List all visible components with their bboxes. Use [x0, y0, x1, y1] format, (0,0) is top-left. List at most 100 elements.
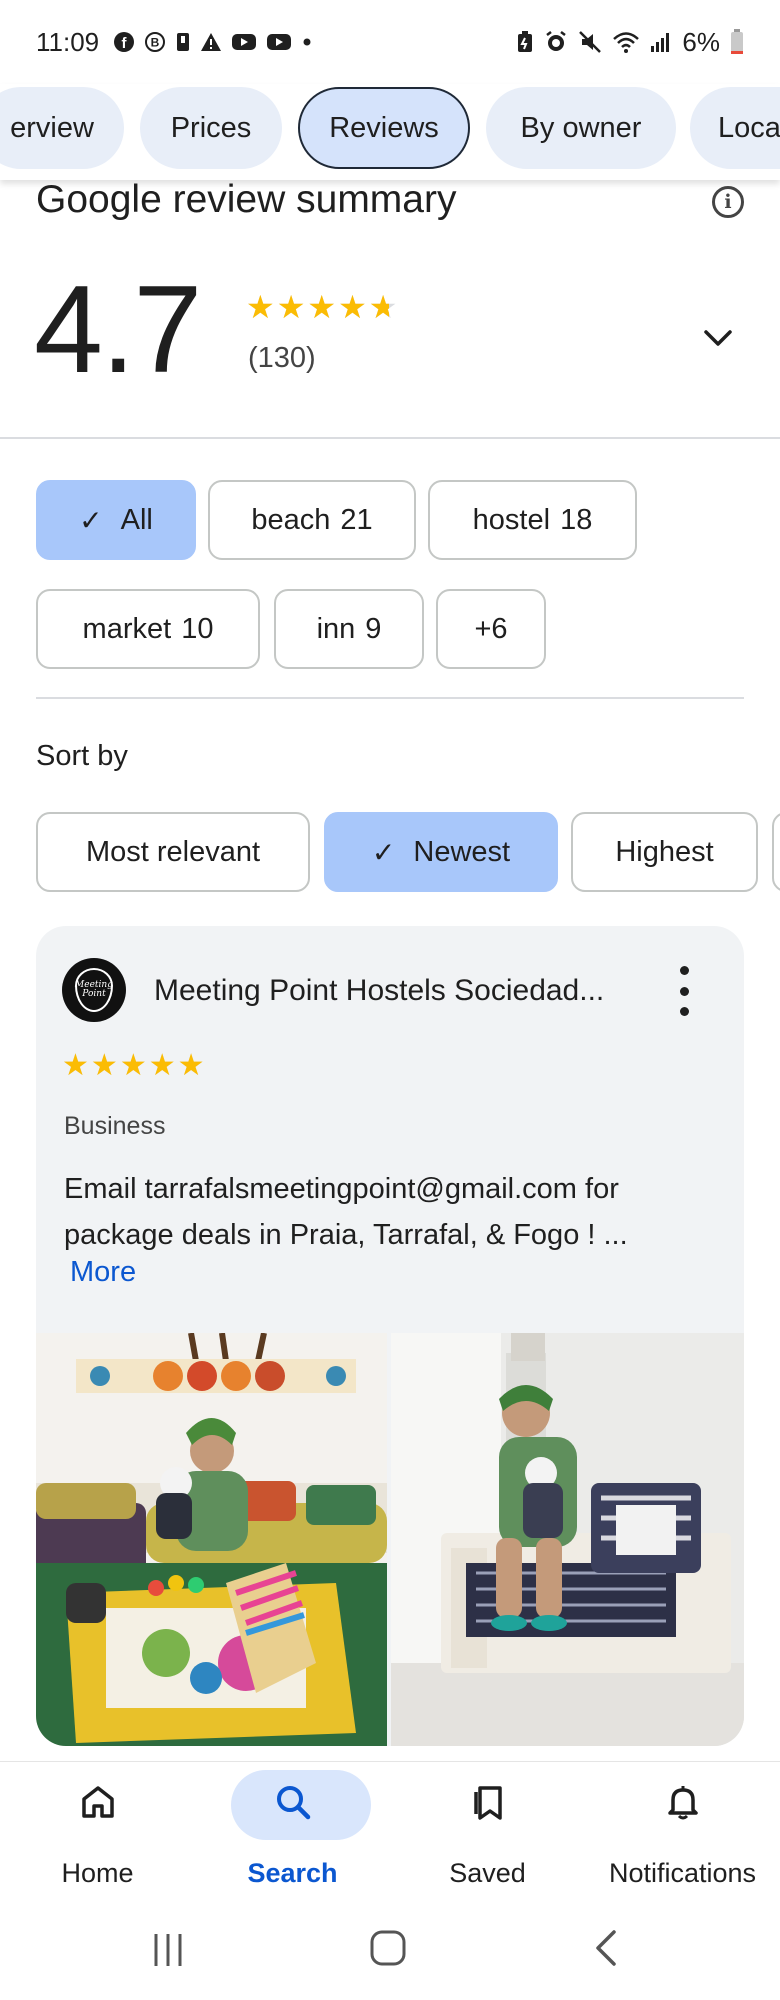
lock-icon: [177, 33, 190, 51]
chip-label: inn: [316, 612, 356, 645]
review-text: Email tarrafalsmeetingpoint@gmail.com fo…: [64, 1173, 628, 1251]
tab-label: Loca: [718, 111, 780, 144]
home-icon: [78, 1782, 118, 1827]
status-time: 11:09: [36, 26, 100, 57]
chip-count: 21: [340, 503, 373, 536]
avatar[interactable]: Meeting Point: [62, 958, 126, 1022]
star-icon: ★ ★: [307, 289, 337, 325]
sort-next-chip[interactable]: [772, 812, 780, 892]
tab-prices[interactable]: Prices: [140, 87, 282, 169]
average-rating: 4.7: [34, 261, 202, 399]
battery-icon: [731, 29, 743, 54]
search-icon: [273, 1782, 313, 1827]
chip-label: Most relevant: [85, 835, 261, 868]
chip-label: beach: [251, 503, 331, 536]
tab-label: Reviews: [329, 111, 439, 144]
star-icon: ★ ★: [62, 1049, 89, 1082]
svg-text:B: B: [151, 36, 160, 50]
chip-all[interactable]: ✓ All: [36, 480, 196, 560]
star-icon: ★ ★: [119, 1049, 147, 1082]
tab-overview[interactable]: erview: [0, 87, 124, 169]
b-app-icon: B: [145, 32, 166, 52]
bookmark-icon: [468, 1782, 508, 1827]
nav-label: Home: [61, 1858, 134, 1888]
sort-newest[interactable]: ✓ Newest: [324, 812, 558, 892]
tab-label: erview: [10, 111, 94, 144]
system-icons: 6%: [516, 27, 744, 58]
nav-label: Search: [247, 1858, 338, 1888]
nav-label: Notifications: [608, 1858, 757, 1888]
chip-label: All: [120, 503, 153, 536]
nav-home[interactable]: Home: [0, 1762, 195, 1910]
chip-label: Newest: [413, 835, 511, 868]
sort-most-relevant[interactable]: Most relevant: [36, 812, 310, 892]
star-icon: ★ ★: [177, 1049, 205, 1082]
facebook-icon: f: [114, 32, 135, 52]
signal-icon: [651, 33, 670, 52]
tab-by-owner[interactable]: By owner: [486, 87, 676, 169]
dot-icon: [303, 38, 311, 46]
avatar-logo: Meeting Point: [75, 968, 113, 1012]
chip-label: +6: [474, 612, 508, 645]
youtube-icon: [267, 34, 292, 50]
rating-stars: ★ ★ ★ ★ ★ ★ ★ ★ ★ ★: [246, 288, 397, 326]
warning-icon: [201, 33, 222, 51]
chip-market[interactable]: market 10: [36, 589, 260, 669]
nav-label: Saved: [449, 1858, 526, 1888]
place-tabs: erview Prices Reviews By owner Loca: [0, 84, 780, 180]
chip-beach[interactable]: beach 21: [208, 480, 416, 560]
chip-label: Highest: [615, 835, 714, 868]
chip-label: hostel: [472, 503, 551, 536]
divider: [0, 437, 780, 439]
more-vert-icon[interactable]: [672, 966, 696, 1016]
tab-reviews[interactable]: Reviews: [298, 87, 470, 169]
review-card: Meeting Point Meeting Point Hostels Soci…: [36, 926, 744, 1746]
chip-label: market: [82, 612, 172, 645]
review-photo[interactable]: [36, 1333, 387, 1746]
bell-icon: [663, 1782, 703, 1827]
reviewer-badge: Business: [64, 1112, 166, 1140]
sort-highest[interactable]: Highest: [571, 812, 758, 892]
review-count: (130): [248, 342, 316, 374]
home-button-icon[interactable]: [368, 1928, 408, 1973]
star-icon: ★ ★: [368, 289, 398, 325]
chip-count: 18: [560, 503, 593, 536]
chip-more-topics[interactable]: +6: [436, 589, 546, 669]
chip-count: 9: [365, 612, 382, 645]
nav-search[interactable]: Search: [195, 1762, 390, 1910]
notification-icons: f B: [113, 31, 313, 53]
star-icon: ★ ★: [90, 1049, 118, 1082]
mute-icon: [579, 31, 602, 53]
check-icon: ✓: [79, 504, 103, 536]
star-icon: ★ ★: [276, 289, 306, 325]
status-bar: 11:09 f B 6%: [0, 0, 780, 84]
chip-hostel[interactable]: hostel 18: [428, 480, 637, 560]
star-icon: ★ ★: [338, 289, 367, 325]
chip-inn[interactable]: inn 9: [274, 589, 424, 669]
back-icon[interactable]: [590, 1928, 622, 1973]
recent-apps-icon[interactable]: [150, 1930, 186, 1975]
chevron-down-icon[interactable]: [700, 320, 736, 361]
bottom-navigation: Home Search Saved Notifications: [0, 1762, 780, 1910]
chip-count: 10: [181, 612, 214, 645]
youtube-icon: [232, 34, 257, 50]
review-stars: ★ ★ ★ ★ ★ ★ ★ ★ ★ ★: [62, 1048, 205, 1083]
battery-percent: 6%: [682, 26, 720, 57]
reviewer-name[interactable]: Meeting Point Hostels Sociedad...: [154, 974, 604, 1008]
nav-saved[interactable]: Saved: [390, 1762, 585, 1910]
wifi-icon: [613, 32, 640, 53]
tab-label: By owner: [520, 111, 642, 144]
sort-by-label: Sort by: [36, 740, 128, 772]
review-summary-title: Google review summary: [36, 178, 457, 221]
nav-notifications[interactable]: Notifications: [585, 1762, 780, 1910]
info-icon[interactable]: i: [712, 186, 744, 218]
tab-label: Prices: [170, 111, 252, 144]
divider: [36, 697, 744, 699]
check-icon: ✓: [371, 836, 396, 868]
more-link[interactable]: More: [70, 1256, 136, 1289]
alarm-icon: [546, 31, 567, 51]
star-icon: ★ ★: [246, 289, 275, 325]
review-photo[interactable]: [391, 1333, 744, 1746]
star-icon: ★ ★: [148, 1049, 176, 1082]
tab-location[interactable]: Loca: [690, 87, 780, 169]
